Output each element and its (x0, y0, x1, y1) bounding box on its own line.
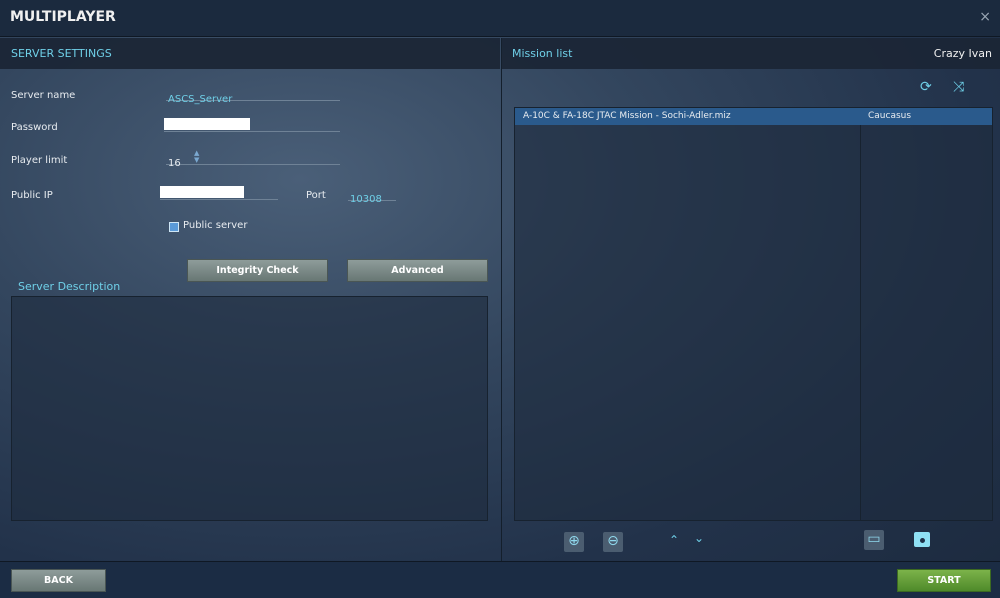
save-icon[interactable] (914, 532, 930, 547)
close-icon[interactable]: × (979, 9, 991, 25)
mission-list-title: Mission list (512, 47, 573, 60)
port-label: Port (306, 190, 326, 201)
port-value: 10308 (350, 194, 382, 205)
move-up-icon[interactable]: ⌃ (669, 533, 679, 547)
server-description-label: Server Description (18, 280, 121, 293)
password-label: Password (11, 122, 58, 133)
back-button[interactable]: BACK (11, 569, 106, 592)
start-button[interactable]: START (897, 569, 991, 592)
public-server-label: Public server (183, 220, 248, 231)
open-folder-icon[interactable]: ▭ (864, 530, 884, 550)
mission-table (514, 107, 993, 521)
panel-divider (501, 38, 502, 561)
integrity-check-button[interactable]: Integrity Check (187, 259, 328, 282)
mission-map: Caucasus (868, 111, 912, 121)
password-input[interactable] (164, 118, 340, 132)
user-name: Crazy Ivan (933, 47, 992, 60)
player-limit-value: 16 (168, 158, 181, 169)
footer-bar (0, 561, 1000, 598)
player-limit-label: Player limit (11, 155, 68, 166)
port-input[interactable]: 10308 (348, 187, 396, 205)
public-server-checkbox[interactable] (169, 222, 179, 232)
refresh-icon[interactable]: ⟳ (920, 79, 932, 95)
title-bar (0, 0, 1000, 37)
server-name-label: Server name (11, 90, 76, 101)
mission-name: A-10C & FA-18C JTAC Mission - Sochi-Adle… (523, 111, 731, 121)
stepper-arrows-icon[interactable]: ▲ ▼ (194, 150, 199, 164)
server-name-value: ASCS_Server (168, 94, 233, 105)
remove-mission-icon[interactable]: ⊖ (603, 532, 623, 552)
add-mission-icon[interactable]: ⊕ (564, 532, 584, 552)
column-divider (860, 108, 861, 520)
server-description-textarea[interactable] (11, 296, 488, 521)
advanced-button[interactable]: Advanced (347, 259, 488, 282)
public-ip-input[interactable] (160, 186, 278, 200)
player-limit-stepper[interactable]: 16 ▲ ▼ (166, 150, 340, 169)
window-title: MULTIPLAYER (10, 9, 116, 25)
shuffle-icon[interactable]: ⤨ (953, 79, 964, 95)
mission-row[interactable]: A-10C & FA-18C JTAC Mission - Sochi-Adle… (515, 108, 992, 125)
server-settings-title: SERVER SETTINGS (11, 47, 112, 60)
mission-list-header (502, 38, 1000, 69)
public-ip-label: Public IP (11, 190, 53, 201)
move-down-icon[interactable]: ⌄ (694, 531, 704, 545)
server-name-input[interactable]: ASCS_Server (166, 87, 340, 105)
